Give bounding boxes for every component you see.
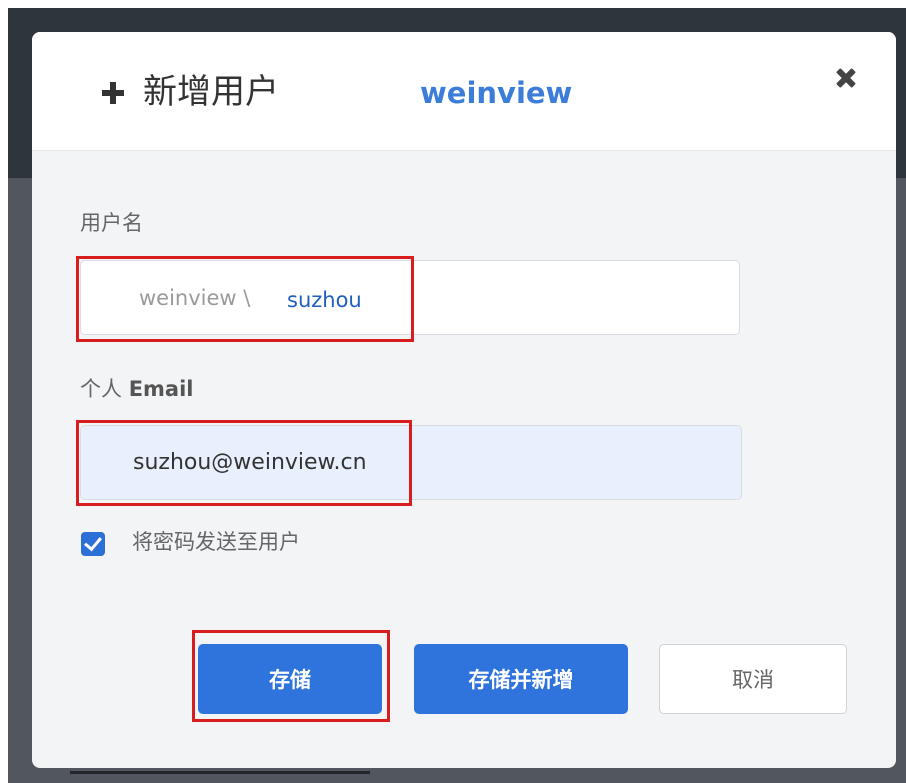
dialog-header: 新增用户 weinview bbox=[32, 32, 896, 151]
dialog-title: 新增用户 bbox=[143, 72, 279, 112]
username-label: 用户名 bbox=[80, 211, 143, 235]
send-password-label: 将密码发送至用户 bbox=[132, 530, 300, 554]
send-password-checkbox[interactable] bbox=[81, 532, 105, 556]
plus-icon bbox=[102, 82, 124, 104]
username-field[interactable]: weinview \ suzhou bbox=[80, 260, 740, 335]
dialog-subtitle: weinview bbox=[420, 76, 573, 110]
cancel-button[interactable]: 取消 bbox=[659, 644, 847, 714]
app-background-divider bbox=[70, 771, 370, 774]
email-label-prefix: 个人 bbox=[80, 377, 129, 401]
email-field[interactable]: suzhou@weinview.cn bbox=[80, 425, 742, 500]
username-domain-prefix: weinview \ bbox=[139, 286, 251, 310]
email-value: suzhou@weinview.cn bbox=[133, 450, 367, 475]
username-value: suzhou bbox=[287, 288, 362, 312]
save-and-new-button[interactable]: 存储并新增 bbox=[414, 644, 628, 714]
new-user-dialog: 新增用户 weinview 用户名 weinview \ suzhou 个人 E… bbox=[32, 32, 896, 768]
email-label: 个人 Email bbox=[80, 374, 193, 404]
email-label-bold: Email bbox=[128, 377, 194, 401]
save-button[interactable]: 存储 bbox=[198, 644, 382, 714]
close-icon[interactable] bbox=[832, 64, 860, 92]
